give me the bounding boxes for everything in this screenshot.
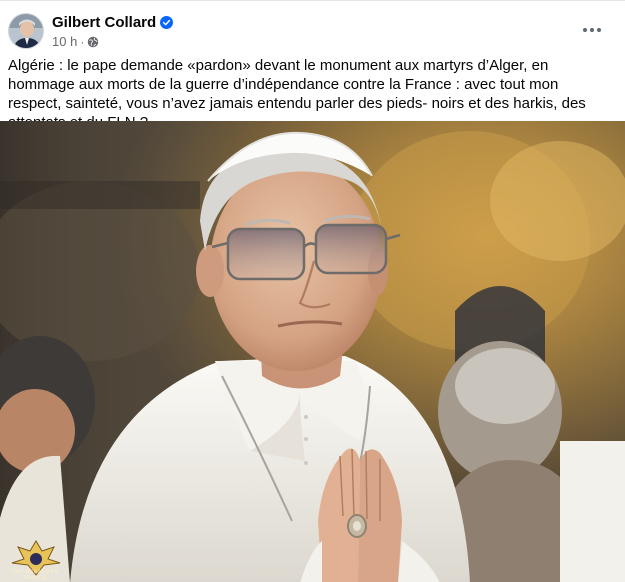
author-avatar[interactable] [8, 13, 44, 49]
post-meta: Gilbert Collard 10 h · [52, 13, 174, 49]
facebook-post: Gilbert Collard 10 h · Algérie: le pape… [0, 0, 625, 582]
more-options-icon[interactable] [579, 20, 605, 40]
globe-icon[interactable] [87, 36, 99, 48]
verified-badge-icon [160, 16, 174, 29]
separator-dot: · [80, 34, 85, 49]
author-row: Gilbert Collard [52, 13, 174, 32]
post-timestamp[interactable]: 10 h [52, 34, 77, 49]
author-name[interactable]: Gilbert Collard [52, 13, 156, 32]
watermark-text: THE HERALD TV FRANCE [11, 569, 59, 581]
post-subline: 10 h · [52, 34, 173, 49]
post-header: Gilbert Collard 10 h · [8, 10, 617, 52]
post-photo[interactable]: THE HERALD TV FRANCE [0, 121, 625, 582]
